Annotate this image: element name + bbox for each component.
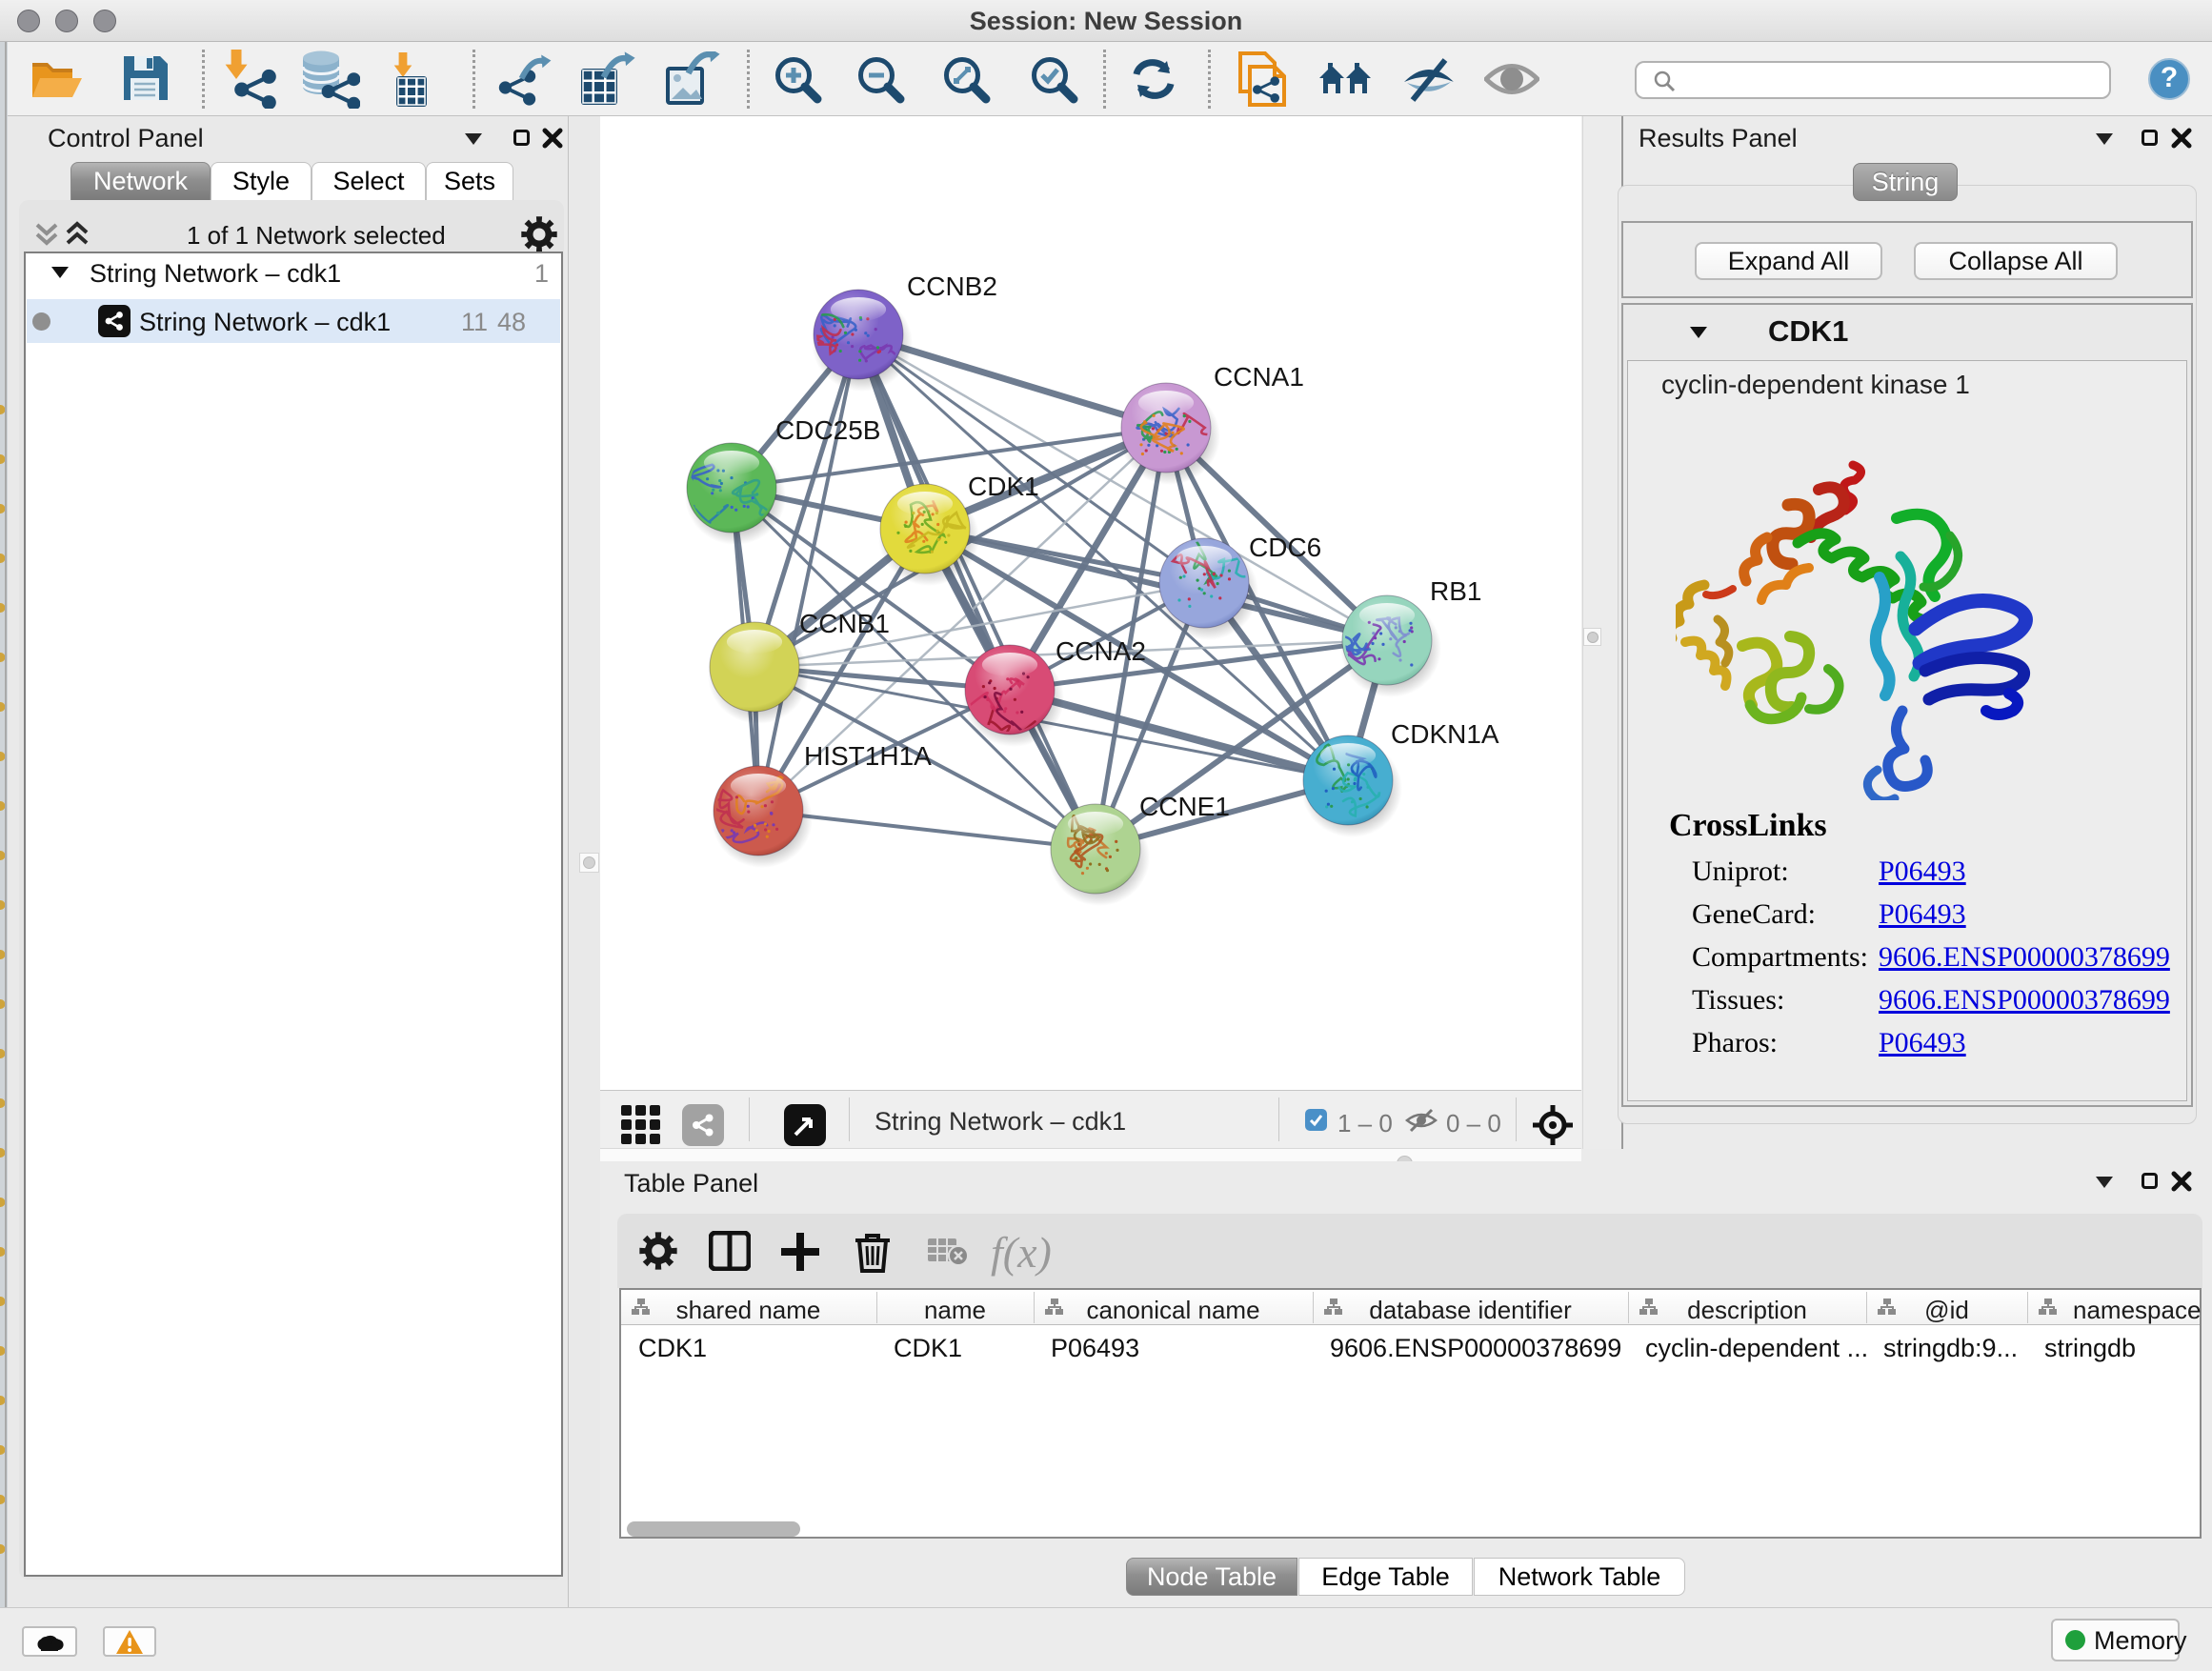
svg-text:HIST1H1A: HIST1H1A [804, 741, 932, 771]
svg-text:RB1: RB1 [1430, 576, 1481, 606]
svg-text:CCNB1: CCNB1 [799, 609, 890, 638]
svg-text:CCNA1: CCNA1 [1214, 362, 1304, 392]
svg-text:CDC25B: CDC25B [775, 415, 880, 445]
svg-text:CDC6: CDC6 [1249, 533, 1321, 562]
svg-text:CDKN1A: CDKN1A [1391, 719, 1499, 749]
svg-text:CCNA2: CCNA2 [1056, 636, 1146, 666]
svg-text:CCNB2: CCNB2 [907, 272, 997, 301]
svg-text:CDK1: CDK1 [968, 472, 1039, 501]
svg-text:CCNE1: CCNE1 [1139, 792, 1230, 821]
